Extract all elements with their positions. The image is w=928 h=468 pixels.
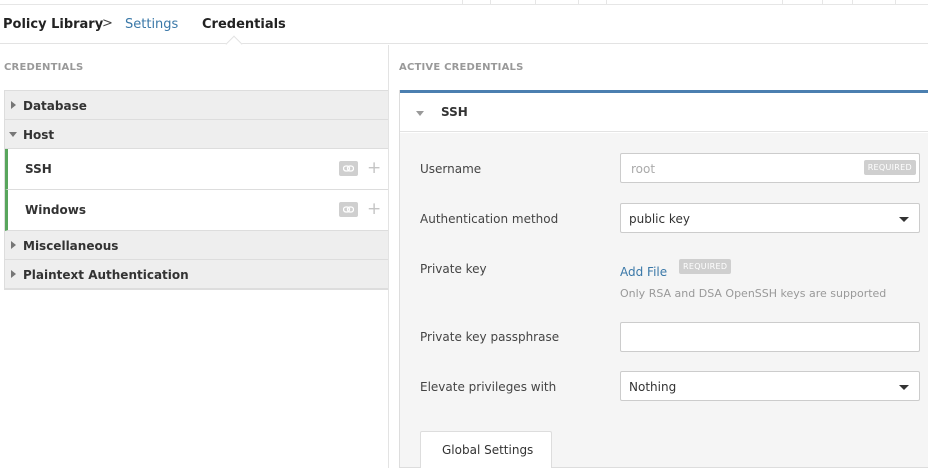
breadcrumb-settings-link[interactable]: Settings <box>125 17 178 32</box>
ssh-card-header[interactable]: SSH <box>400 93 928 132</box>
toolbar-divider <box>852 0 853 5</box>
tree-group-label: Database <box>23 99 87 113</box>
auth-method-label: Authentication method <box>420 212 559 226</box>
breadcrumb: Policy Library > Settings Credentials <box>0 6 928 53</box>
breadcrumb-credentials[interactable]: Credentials <box>202 17 286 32</box>
tree-group-label: Miscellaneous <box>23 239 119 253</box>
tree-item-label: Windows <box>25 203 86 217</box>
toolbar-divider <box>822 0 823 5</box>
passphrase-input[interactable] <box>620 322 920 352</box>
caret-right-icon <box>11 101 16 109</box>
tab-global-settings[interactable]: Global Settings <box>420 431 552 468</box>
elevate-privileges-value: Nothing <box>629 380 677 394</box>
active-credentials-title: ACTIVE CREDENTIALS <box>399 62 524 73</box>
toolbar-divider <box>606 0 607 5</box>
ssh-card-body: Username root REQUIRED Authentication me… <box>400 133 928 468</box>
caret-right-icon <box>11 241 16 249</box>
username-input[interactable]: root REQUIRED <box>620 153 920 183</box>
toolbar-divider <box>578 0 579 5</box>
dropdown-arrow-icon <box>899 385 909 390</box>
tab-label: Global Settings <box>442 443 534 457</box>
toolbar-divider <box>782 0 783 5</box>
tree-group-label: Plaintext Authentication <box>23 268 189 282</box>
tree-group-database[interactable]: Database <box>5 91 389 120</box>
toolbar-divider <box>535 0 536 5</box>
username-label: Username <box>420 162 482 176</box>
breadcrumb-separator-icon: > <box>102 16 113 31</box>
caret-down-icon <box>9 132 17 137</box>
add-file-link[interactable]: Add File <box>620 265 667 279</box>
tree-item-label: SSH <box>25 162 52 176</box>
passphrase-label: Private key passphrase <box>420 330 560 344</box>
dropdown-arrow-icon <box>899 217 909 222</box>
auth-method-select[interactable]: public key <box>620 203 920 233</box>
tree-item-windows[interactable]: Windows + <box>5 190 389 231</box>
ssh-credential-card: SSH Username root REQUIRED Authenticatio… <box>399 90 928 468</box>
private-key-label: Private key <box>420 262 487 276</box>
collapse-caret-icon[interactable] <box>416 111 424 116</box>
link-icon[interactable] <box>339 202 358 217</box>
elevate-privileges-select[interactable]: Nothing <box>620 371 920 401</box>
top-toolbar-strip <box>0 0 928 5</box>
elevate-privileges-label: Elevate privileges with <box>420 380 557 394</box>
plus-icon[interactable]: + <box>367 200 381 218</box>
tree-item-ssh[interactable]: SSH + <box>5 149 389 190</box>
tree-group-host[interactable]: Host <box>5 120 389 149</box>
required-badge: REQUIRED <box>863 160 916 175</box>
caret-right-icon <box>11 270 16 278</box>
panel-divider <box>388 45 389 468</box>
toolbar-divider <box>895 0 896 5</box>
tree-group-miscellaneous[interactable]: Miscellaneous <box>5 231 389 260</box>
username-placeholder: root <box>631 162 656 176</box>
credentials-tree: Database Host SSH + Windows + Miscellane… <box>4 90 389 290</box>
plus-icon[interactable]: + <box>367 159 381 177</box>
private-key-help: Only RSA and DSA OpenSSH keys are suppor… <box>620 287 887 300</box>
required-badge: REQUIRED <box>679 259 732 274</box>
breadcrumb-policy-library[interactable]: Policy Library <box>3 17 103 32</box>
tree-group-label: Host <box>23 128 55 142</box>
toolbar-divider <box>490 0 491 5</box>
auth-method-value: public key <box>629 212 690 226</box>
tree-group-plaintext-authentication[interactable]: Plaintext Authentication <box>5 260 389 289</box>
credentials-section-title: CREDENTIALS <box>4 62 84 73</box>
ssh-card-title: SSH <box>441 105 468 119</box>
credentials-panel: CREDENTIALS Database Host SSH + Windows … <box>0 45 389 468</box>
toolbar-divider <box>462 0 463 5</box>
link-icon[interactable] <box>339 161 358 176</box>
